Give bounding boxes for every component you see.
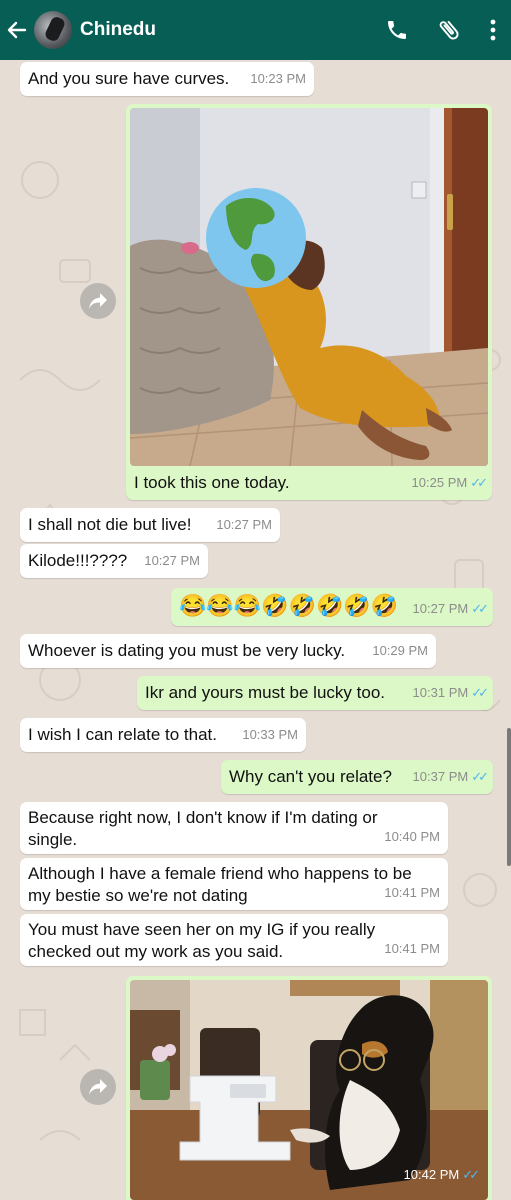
message-time: 10:29 PM [372,643,428,658]
message-time: 10:27 PM [216,517,272,532]
message-text: Because right now, I don't know if I'm d… [28,808,378,849]
message-text: Whoever is dating you must be very lucky… [28,641,346,660]
double-check-icon: ✓✓ [471,601,489,616]
forward-button[interactable] [80,1069,116,1105]
message-text: You must have seen her on my IG if you r… [28,920,376,961]
message-bubble[interactable]: Because right now, I don't know if I'm d… [20,802,448,854]
forward-icon [89,293,107,309]
message-time: 10:40 PM [384,829,440,844]
message-bubble[interactable]: And you sure have curves. 10:23 PM [20,62,314,96]
message-bubble[interactable]: Kilode!!!???? 10:27 PM [20,544,208,578]
forward-icon [89,1079,107,1095]
message-bubble[interactable]: You must have seen her on my IG if you r… [20,914,448,966]
message-text: Although I have a female friend who happ… [28,864,412,905]
scrollbar[interactable] [507,728,511,866]
image-caption: I took this one today. [134,473,290,492]
more-vertical-icon [490,19,496,41]
attach-button[interactable] [423,0,475,60]
photo-woman-in-yellow-dress [130,108,488,466]
arrow-left-icon [7,21,27,39]
message-bubble[interactable]: Ikr and yours must be lucky too. 10:31 P… [137,676,493,710]
avatar[interactable] [34,11,72,49]
image-message[interactable]: 10:42 PM ✓✓ [126,976,492,1200]
message-time: 10:37 PM ✓✓ [412,769,489,784]
chat-header: Chinedu [0,0,511,60]
message-time: 10:23 PM [250,71,306,86]
double-check-icon: ✓✓ [471,769,489,784]
message-time: 10:42 PM ✓✓ [403,1167,480,1182]
message-time: 10:27 PM [144,553,200,568]
double-check-icon: ✓✓ [470,475,488,490]
message-time: 10:41 PM [384,885,440,900]
call-button[interactable] [371,0,423,60]
double-check-icon: ✓✓ [471,685,489,700]
message-time: 10:33 PM [242,727,298,742]
phone-icon [388,21,406,39]
double-check-icon: ✓✓ [462,1167,480,1182]
paperclip-icon [439,20,459,40]
message-bubble[interactable]: 😂😂😂🤣🤣🤣🤣🤣 10:27 PM ✓✓ [171,588,493,626]
menu-button[interactable] [475,0,511,60]
back-button[interactable] [0,0,34,60]
message-bubble[interactable]: Although I have a female friend who happ… [20,858,448,910]
image-message[interactable]: I took this one today. 10:25 PM ✓✓ [126,104,492,500]
message-bubble[interactable]: I shall not die but live! 10:27 PM [20,508,280,542]
message-bubble[interactable]: I wish I can relate to that. 10:33 PM [20,718,306,752]
forward-button[interactable] [80,283,116,319]
message-time: 10:25 PM ✓✓ [411,475,488,490]
contact-name[interactable]: Chinedu [80,19,371,41]
shared-photo[interactable] [130,108,488,466]
message-time: 10:31 PM ✓✓ [412,685,489,700]
message-time: 10:27 PM ✓✓ [412,601,489,616]
message-bubble[interactable]: Whoever is dating you must be very lucky… [20,634,436,668]
message-bubble[interactable]: Why can't you relate? 10:37 PM ✓✓ [221,760,493,794]
message-time: 10:41 PM [384,941,440,956]
